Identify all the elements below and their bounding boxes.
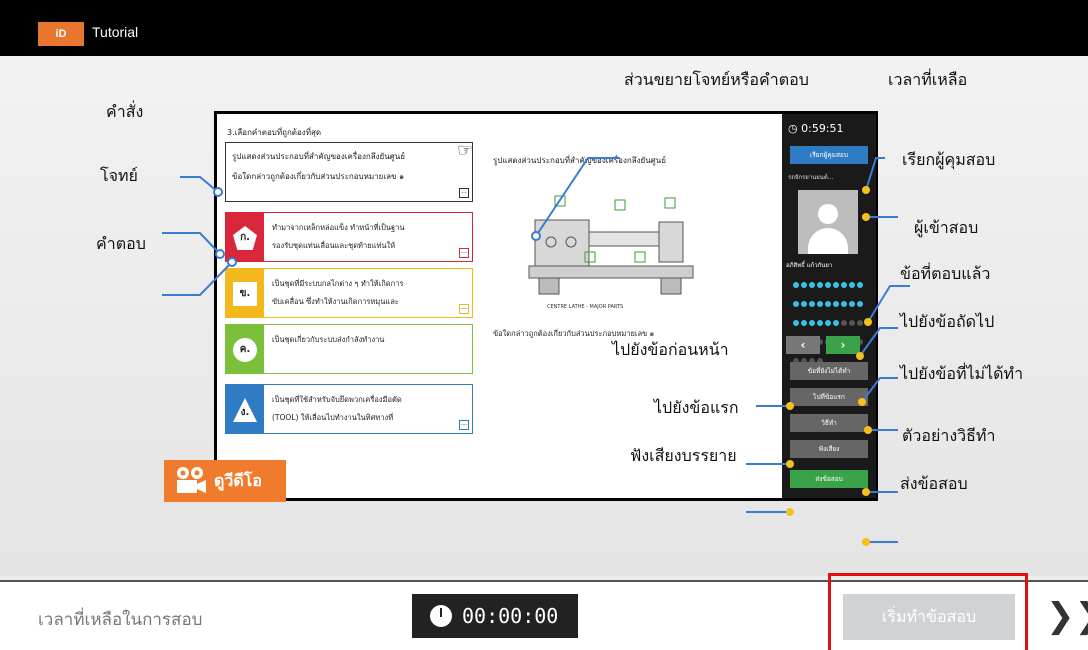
callout-zoom: ส่วนขยายโจทย์หรือคำตอบ (624, 70, 809, 89)
highlight-box: เริ่มทำข้อสอบ (828, 573, 1028, 650)
callout-time-left: เวลาที่เหลือ (888, 70, 968, 89)
callout-candidate: ผู้เข้าสอบ (914, 218, 979, 237)
callout-answer: คำตอบ (96, 234, 146, 253)
callout-first: ไปยังข้อแรก (654, 398, 739, 417)
callout-example: ตัวอย่างวิธีทำ (902, 426, 996, 445)
video-camera-icon (177, 467, 206, 493)
callout-command: คำสั่ง (106, 102, 144, 121)
watch-video-label: ดูวีดีโอ (214, 471, 262, 490)
callout-next: ไปยังข้อถัดไป (900, 312, 995, 331)
stopwatch-icon (430, 605, 452, 627)
start-exam-button[interactable]: เริ่มทำข้อสอบ (843, 594, 1015, 640)
time-left-label: เวลาที่เหลือในการสอบ (38, 610, 203, 630)
next-page-arrow-icon[interactable]: ❯❯ (1046, 596, 1088, 636)
clock-value: 00:00:00 (462, 604, 559, 628)
callout-question: โจทย์ (100, 166, 138, 185)
callout-listen: ฟังเสียงบรรยาย (630, 446, 737, 465)
callout-prev: ไปยังข้อก่อนหน้า (612, 340, 729, 359)
exam-clock: 00:00:00 (412, 594, 578, 638)
callout-call-proctor: เรียกผู้คุมสอบ (902, 150, 996, 169)
window-title: Tutorial (92, 24, 139, 40)
callout-unanswered: ไปยังข้อที่ไม่ได้ทำ (900, 364, 1024, 383)
app-logo: iD (38, 22, 84, 46)
footer-bar: เวลาที่เหลือในการสอบ 00:00:00 เริ่มทำข้อ… (0, 573, 1088, 650)
callout-submit: ส่งข้อสอบ (900, 474, 968, 493)
title-bar: iD Tutorial (0, 0, 1088, 56)
watch-video-button[interactable]: ดูวีดีโอ (164, 460, 286, 502)
callout-answered: ข้อที่ตอบแล้ว (900, 264, 991, 283)
